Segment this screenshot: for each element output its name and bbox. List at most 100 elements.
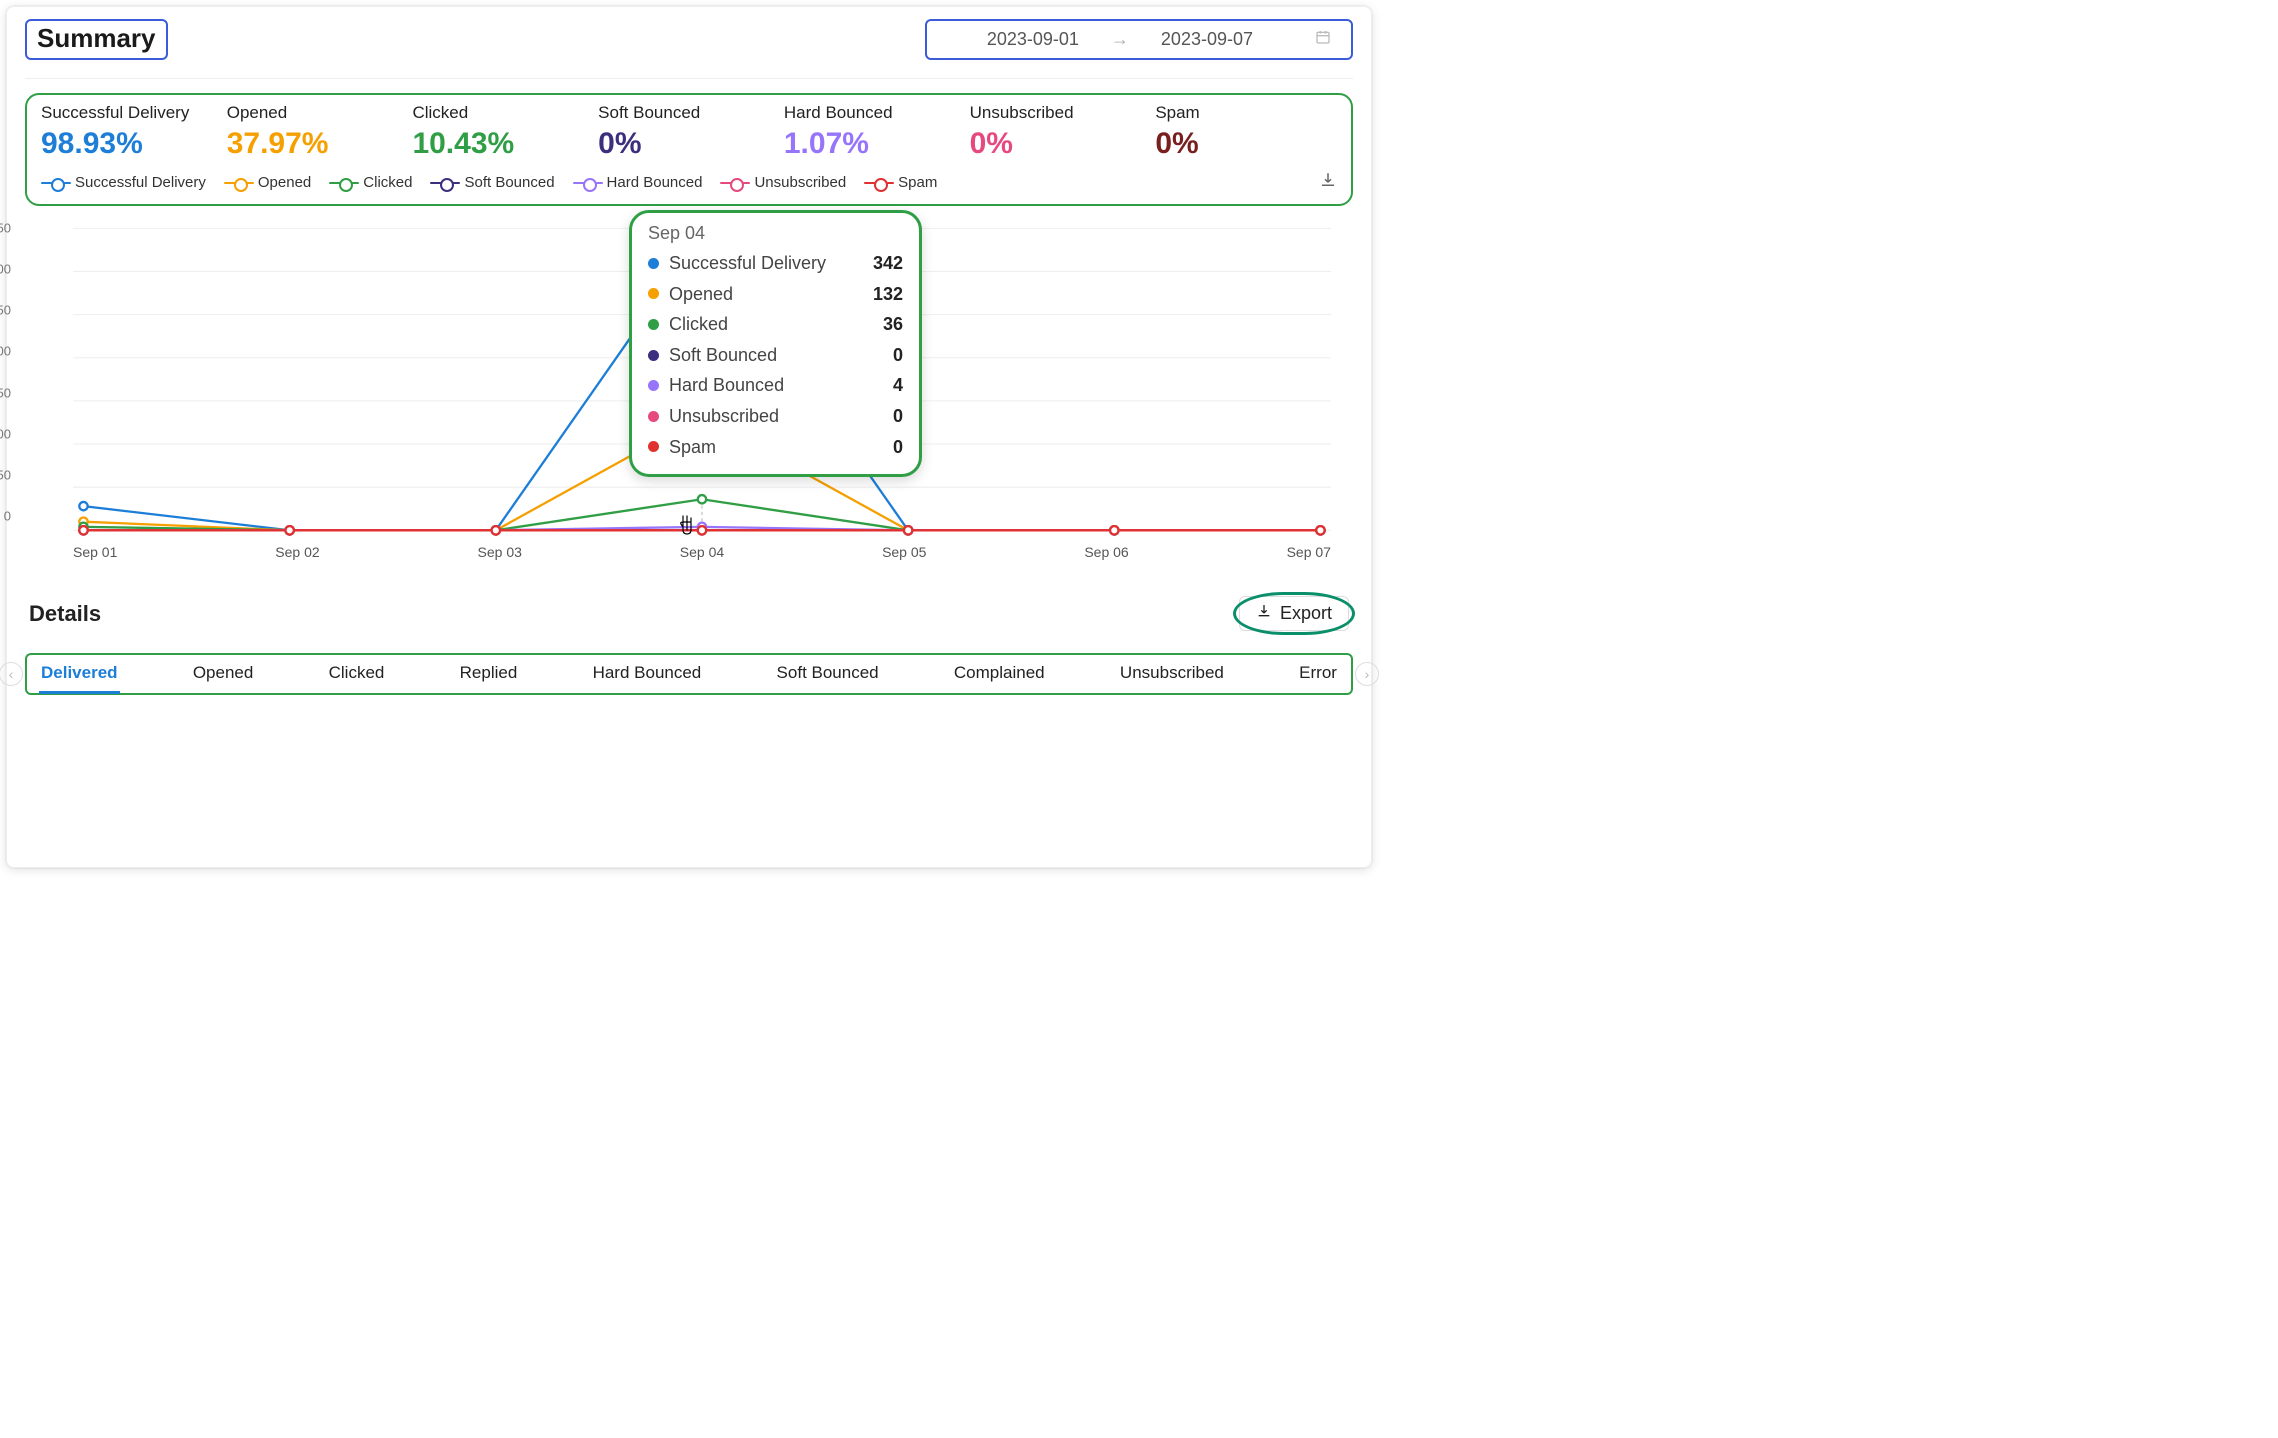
tooltip-row: Hard Bounced4 xyxy=(648,370,903,401)
tab-soft-bounced[interactable]: Soft Bounced xyxy=(777,663,879,683)
y-tick: 50 xyxy=(0,467,11,482)
x-tick: Sep 01 xyxy=(73,544,117,560)
arrow-right-icon: → xyxy=(1111,29,1129,50)
tooltip-row: Clicked 36 xyxy=(648,309,903,340)
tab-hard-bounced[interactable]: Hard Bounced xyxy=(593,663,702,683)
legend-label: Spam xyxy=(898,174,937,191)
dot-icon xyxy=(648,380,659,391)
tooltip-series-name: Clicked xyxy=(669,309,859,340)
stat-soft: Soft Bounced 0% xyxy=(598,103,780,161)
tooltip-series-name: Successful Delivery xyxy=(669,248,859,279)
dashboard-card: Summary 2023-09-01 → 2023-09-07 Successf… xyxy=(6,6,1372,868)
stat-label: Unsubscribed xyxy=(970,103,1152,123)
tooltip-series-name: Spam xyxy=(669,432,859,463)
stat-value: 98.93% xyxy=(41,127,223,161)
tooltip-series-name: Opened xyxy=(669,279,859,310)
stat-hard: Hard Bounced1.07% xyxy=(784,103,966,161)
dot-icon xyxy=(648,258,659,269)
stat-clicked: Clicked 10.43% xyxy=(412,103,594,161)
legend-item[interactable]: Soft Bounced xyxy=(430,174,554,191)
legend-label: Clicked xyxy=(363,174,412,191)
stat-value: 0% xyxy=(1155,127,1337,161)
stat-label: Opened xyxy=(227,103,409,123)
x-tick: Sep 05 xyxy=(882,544,926,560)
date-range-picker[interactable]: 2023-09-01 → 2023-09-07 xyxy=(925,19,1353,60)
date-end: 2023-09-07 xyxy=(1161,29,1253,50)
legend-label: Soft Bounced xyxy=(464,174,554,191)
stat-value: 10.43% xyxy=(412,127,594,161)
stat-delivery: Successful Delivery 98.93% xyxy=(41,103,223,161)
tooltip-row: Unsubscribed 0 xyxy=(648,401,903,432)
legend-marker-icon xyxy=(720,182,750,184)
download-chart-icon[interactable] xyxy=(1319,171,1337,194)
dot-icon xyxy=(648,319,659,330)
tooltip-series-value: 0 xyxy=(869,432,903,463)
summary-tag: Summary xyxy=(25,19,168,60)
chart-legend: Successful Delivery Opened Clicked Soft Bou… xyxy=(41,171,1337,194)
y-tick: 250 xyxy=(0,303,11,318)
stats-box: Successful Delivery98.93%Opened37.97%Cli… xyxy=(25,93,1353,206)
stat-label: Spam xyxy=(1155,103,1337,123)
tab-error[interactable]: Error xyxy=(1299,663,1337,683)
tooltip-series-value: 0 xyxy=(869,401,903,432)
tab-clicked[interactable]: Clicked xyxy=(329,663,385,683)
tooltip-row: Successful Delivery 342 xyxy=(648,248,903,279)
stat-value: 0% xyxy=(970,127,1152,161)
tooltip-row: Spam 0 xyxy=(648,432,903,463)
export-button[interactable]: Export xyxy=(1239,596,1349,631)
tooltip-series-value: 342 xyxy=(869,248,903,279)
tabs-scroll-left[interactable]: ‹ xyxy=(0,662,23,686)
date-start: 2023-09-01 xyxy=(987,29,1079,50)
tooltip-series-value: 132 xyxy=(869,279,903,310)
tooltip-series-name: Unsubscribed xyxy=(669,401,859,432)
tooltip-series-name: Soft Bounced xyxy=(669,340,859,371)
legend-item[interactable]: Unsubscribed xyxy=(720,174,846,191)
x-axis-ticks: Sep 01 Sep 02 Sep 03 Sep 04 Sep 05 Sep 06 Sep … xyxy=(73,544,1331,560)
x-tick: Sep 07 xyxy=(1287,544,1331,560)
legend-marker-icon xyxy=(864,182,894,184)
x-tick: Sep 04 xyxy=(680,544,724,560)
tooltip-row: Opened 132 xyxy=(648,279,903,310)
x-tick: Sep 03 xyxy=(478,544,522,560)
legend-marker-icon xyxy=(41,182,71,184)
details-header: Details Export xyxy=(29,596,1349,631)
details-tabs: Delivered Opened Clicked Replied Hard Bounce… xyxy=(25,653,1353,695)
tooltip-series-name: Hard Bounced xyxy=(669,370,859,401)
y-tick: 350 xyxy=(0,221,11,236)
stat-spam: Spam 0% xyxy=(1155,103,1337,161)
legend-item[interactable]: Opened xyxy=(224,174,311,191)
legend-item[interactable]: Hard Bounced xyxy=(573,174,703,191)
legend-item[interactable]: Successful Delivery xyxy=(41,174,206,191)
y-tick: 300 xyxy=(0,262,11,277)
stat-value: 37.97% xyxy=(227,127,409,161)
legend-label: Hard Bounced xyxy=(607,174,703,191)
stat-label: Successful Delivery xyxy=(41,103,223,123)
stat-label: Clicked xyxy=(412,103,594,123)
stat-label: Soft Bounced xyxy=(598,103,780,123)
details-title: Details xyxy=(29,601,101,627)
legend-marker-icon xyxy=(573,182,603,184)
chart-tooltip: Sep 04 Successful Delivery342Opened132Cl… xyxy=(629,210,922,477)
stat-value: 0% xyxy=(598,127,780,161)
y-tick: 200 xyxy=(0,344,11,359)
x-tick: Sep 02 xyxy=(275,544,319,560)
tabs-scroll-right[interactable]: › xyxy=(1355,662,1379,686)
details-tabs-container: ‹ DeliveredOpenedClickedRepliedHard Boun… xyxy=(25,653,1353,695)
dot-icon xyxy=(648,288,659,299)
tab-complained[interactable]: Complained xyxy=(954,663,1045,683)
stat-value: 1.07% xyxy=(784,127,966,161)
dot-icon xyxy=(648,441,659,452)
legend-label: Opened xyxy=(258,174,311,191)
legend-item[interactable]: Spam xyxy=(864,174,937,191)
chart-area: 050100150200250300350 Sep 01Sep 02Sep 03… xyxy=(73,220,1331,540)
tab-opened[interactable]: Opened xyxy=(193,663,254,683)
tab-replied[interactable]: Replied xyxy=(460,663,518,683)
tooltip-series-value: 0 xyxy=(869,340,903,371)
tab-delivered[interactable]: Delivered xyxy=(41,663,118,683)
x-tick: Sep 06 xyxy=(1084,544,1128,560)
tab-unsubscribed[interactable]: Unsubscribed xyxy=(1120,663,1224,683)
stat-opened: Opened 37.97% xyxy=(227,103,409,161)
legend-item[interactable]: Clicked xyxy=(329,174,412,191)
legend-label: Unsubscribed xyxy=(754,174,846,191)
tooltip-series-value: 36 xyxy=(869,309,903,340)
